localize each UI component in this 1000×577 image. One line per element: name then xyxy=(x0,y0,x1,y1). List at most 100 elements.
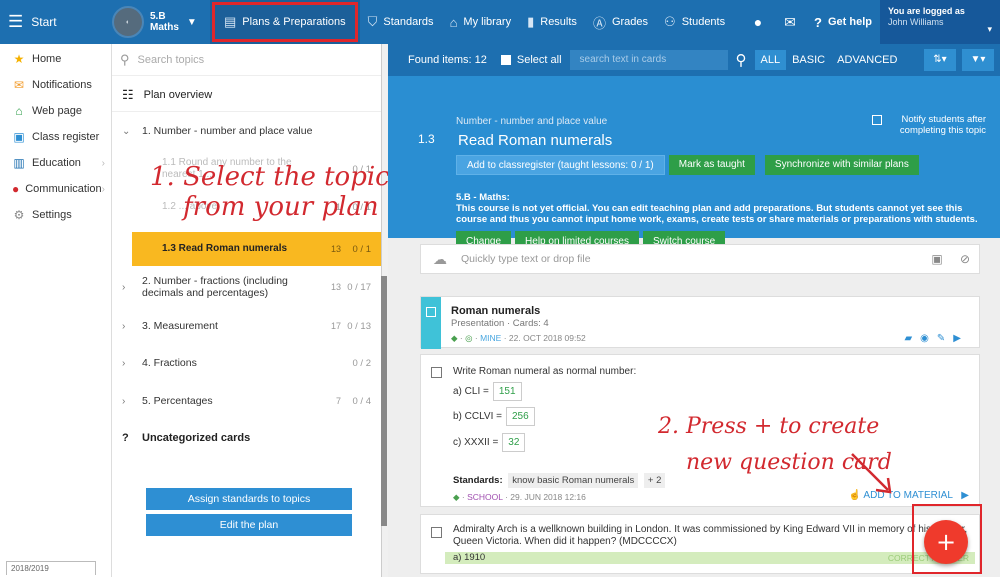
synchronize-plans-button[interactable]: Synchronize with similar plans xyxy=(764,155,919,175)
question-icon: ? xyxy=(814,14,822,30)
topic-cards-count: 13 xyxy=(330,282,341,292)
topic-progress: 0 / 17 xyxy=(347,281,371,293)
nav-standards[interactable]: ⛉ Standards xyxy=(360,0,442,44)
image-icon[interactable]: ▣ xyxy=(923,252,951,266)
nav-grades[interactable]: Ⓐ Grades xyxy=(585,0,656,44)
subtopic-progress: 0 / 1 xyxy=(352,243,372,255)
folder-icon[interactable]: ▰ xyxy=(904,333,920,344)
sidebar-item-home[interactable]: ★ Home xyxy=(0,46,111,72)
star-icon: ★ xyxy=(13,52,25,66)
card-checkbox[interactable] xyxy=(431,527,442,538)
envelope-icon[interactable]: ✉ xyxy=(774,14,806,31)
nav-my-library[interactable]: ⌂ My library xyxy=(442,0,520,44)
card-search-input[interactable]: search text in cards xyxy=(569,50,728,70)
notify-checkbox[interactable] xyxy=(872,115,882,125)
filter-basic[interactable]: BASIC xyxy=(786,50,831,70)
school-year-selector[interactable]: 2018/2019 xyxy=(6,561,96,575)
question-text: Admiralty Arch is a wellknown building i… xyxy=(453,524,968,547)
topic-item[interactable]: › 2. Number - fractions (including decim… xyxy=(112,266,381,308)
topic-item[interactable]: › 3. Measurement 17 0 / 13 xyxy=(112,308,381,344)
answer-option: a) 1910 CORRECT ANSWER xyxy=(445,552,975,564)
search-icon: ⚲ xyxy=(120,51,130,67)
add-to-classregister-button[interactable]: Add to classregister (taught lessons: 0 … xyxy=(456,155,665,175)
topic-item[interactable]: › 5. Percentages 7 0 / 4 xyxy=(112,382,381,420)
top-bar: ☰ Start ◐ 5.B Maths ▼ ▤ Plans & Preparat… xyxy=(0,0,1000,44)
standards-label: Standards: xyxy=(453,475,503,486)
user-menu[interactable]: You are logged as John Williams ▾ xyxy=(880,0,1000,44)
notify-students-option[interactable]: Notify students after completing this to… xyxy=(872,114,986,136)
sidebar-item-notifications[interactable]: ✉ Notifications xyxy=(0,72,111,98)
answer-row: c) XXXII = 32 xyxy=(453,433,526,452)
nav-label: Standards xyxy=(383,16,434,28)
card-checkbox[interactable] xyxy=(431,367,442,378)
select-all-label[interactable]: Select all xyxy=(517,54,562,66)
question-card[interactable]: Write Roman numeral as normal number: a)… xyxy=(420,354,980,507)
answer-value: 151 xyxy=(492,382,522,401)
nav-plans-preparations[interactable]: ▤ Plans & Preparations xyxy=(210,0,360,44)
answer-row: b) CCLVI = 256 xyxy=(453,407,535,426)
tag-icon: ◆ xyxy=(451,333,458,343)
filter-all[interactable]: ALL xyxy=(754,50,787,70)
edit-icon[interactable]: ✎ xyxy=(937,333,953,344)
play-icon[interactable]: ▶ xyxy=(961,490,969,501)
mark-as-taught-button[interactable]: Mark as taught xyxy=(668,155,755,175)
quick-input-field[interactable]: ☁ Quickly type text or drop file ▣ ⊘ xyxy=(420,244,980,274)
filter-advanced[interactable]: ADVANCED xyxy=(831,50,903,70)
nav-results[interactable]: ▮ Results xyxy=(519,0,585,44)
bar-chart-icon: ▮ xyxy=(527,14,535,29)
plan-overview-item[interactable]: ☷ Plan overview xyxy=(112,78,381,112)
sidebar-item-class-register[interactable]: ▣ Class register xyxy=(0,124,111,150)
course-selector[interactable]: ◐ 5.B Maths ▼ xyxy=(112,6,210,38)
subtopic-cards-count: 1 xyxy=(335,202,341,212)
uncategorized-label: Uncategorized cards xyxy=(142,432,251,444)
card-title: Roman numerals xyxy=(451,305,541,317)
found-items: Found items: 12 xyxy=(408,54,487,66)
sort-icon[interactable]: ⇅▾ xyxy=(924,49,956,71)
sidebar-item-web-page[interactable]: ⌂ Web page xyxy=(0,98,111,124)
question-icon: ? xyxy=(122,432,129,444)
uncategorized-cards-item[interactable]: ? Uncategorized cards xyxy=(112,420,381,456)
topic-header: Number - number and place value 1.3 Read… xyxy=(388,76,1000,253)
topic-item[interactable]: ⌄ 1. Number - number and place value xyxy=(112,112,381,150)
card-checkbox[interactable] xyxy=(426,307,436,317)
topic-item[interactable]: › 4. Fractions 0 / 2 xyxy=(112,344,381,382)
get-help-button[interactable]: ? Get help xyxy=(806,0,880,44)
attachment-icon[interactable]: ⊘ xyxy=(951,252,979,266)
scrollbar[interactable] xyxy=(381,276,387,526)
filter-icon[interactable]: ▼▾ xyxy=(962,49,994,71)
play-icon[interactable]: ▶ xyxy=(953,333,969,344)
card-date: 29. JUN 2018 12:16 xyxy=(510,492,586,502)
question-card[interactable]: Admiralty Arch is a wellknown building i… xyxy=(420,514,980,574)
chat-icon[interactable]: ● xyxy=(742,14,774,30)
subtopic-item-active[interactable]: 1.3 Read Roman numerals 13 0 / 1 xyxy=(132,232,381,266)
nav-students[interactable]: ⚇ Students xyxy=(656,0,733,44)
topic-name: 5. Percentages xyxy=(142,395,213,407)
add-to-material-button[interactable]: ☝ ADD TO MATERIAL ▶ xyxy=(849,490,969,501)
add-question-card-button[interactable]: + xyxy=(924,520,968,564)
shield-icon: ⛉ xyxy=(367,14,378,29)
subtopic-name: 1.1 Round any number to the nearest 1... xyxy=(162,157,292,180)
topic-search[interactable]: ⚲ Search topics xyxy=(112,44,381,76)
projector-icon[interactable]: ◉ xyxy=(920,333,937,344)
sidebar-item-settings[interactable]: ⚙ Settings xyxy=(0,202,111,228)
select-all-checkbox[interactable] xyxy=(500,55,511,65)
presentation-card[interactable]: Roman numerals Presentation · Cards: 4 ◆… xyxy=(420,296,980,349)
search-icon[interactable]: ⚲ xyxy=(736,51,747,69)
sidebar-item-label: Class register xyxy=(32,131,100,143)
chat-icon: ● xyxy=(11,182,20,196)
edit-plan-button[interactable]: Edit the plan xyxy=(146,514,352,536)
assign-standards-button[interactable]: Assign standards to topics xyxy=(146,488,352,510)
sidebar-item-label: Notifications xyxy=(32,79,92,91)
sidebar-item-label: Settings xyxy=(32,209,72,221)
library-icon: ⌂ xyxy=(449,14,458,30)
more-standards-chip[interactable]: + 2 xyxy=(643,473,666,488)
answer-label: b) CCLVI = xyxy=(453,411,502,422)
topic-cards-count: 17 xyxy=(330,321,341,331)
thumbs-up-icon: ☝ xyxy=(848,490,862,501)
subtopic-item[interactable]: 1.1 Round any number to the nearest 1...… xyxy=(112,150,381,188)
subtopic-item[interactable]: 1.2 ... above 1 0 / 1 xyxy=(112,188,381,226)
sidebar-item-education[interactable]: ▥ Education › xyxy=(0,150,111,176)
start-menu-button[interactable]: ☰ Start xyxy=(0,12,112,32)
standard-chip[interactable]: know basic Roman numerals xyxy=(508,473,639,488)
sidebar-item-communication[interactable]: ● Communication › xyxy=(0,176,111,202)
